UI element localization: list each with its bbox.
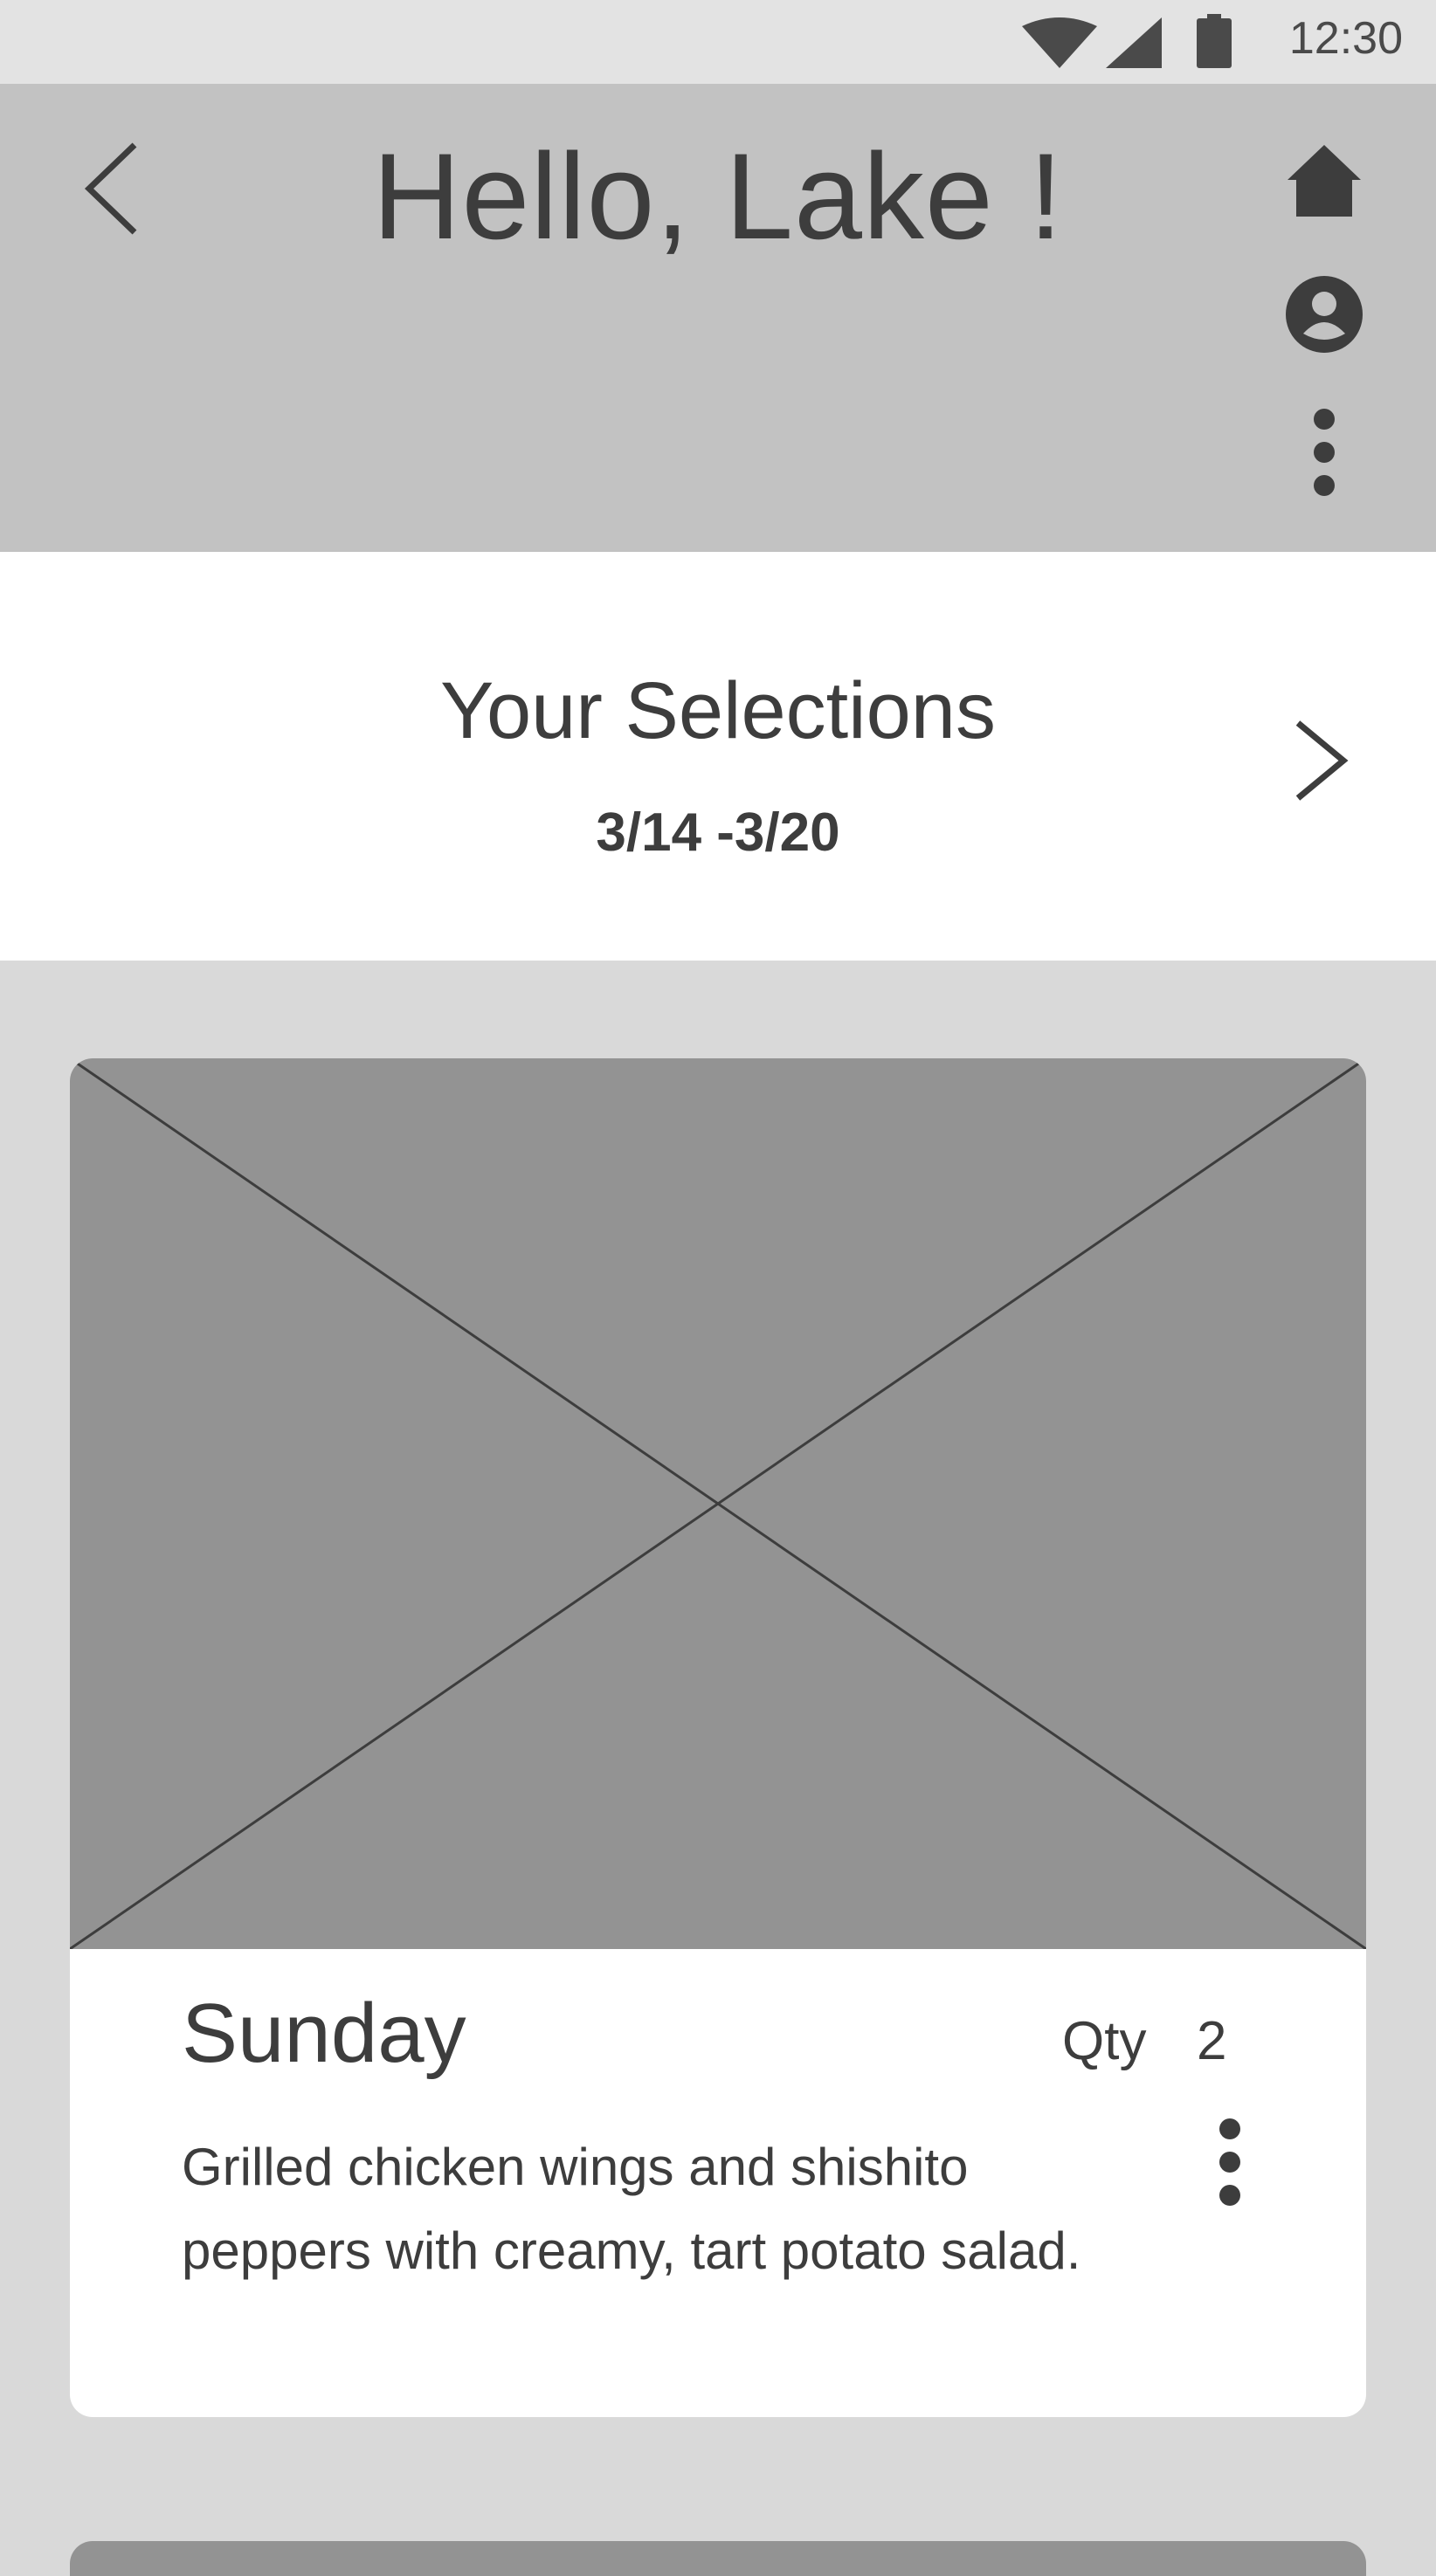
meal-card[interactable]: Sunday Qty 2 Grilled chicken wings and s… [70, 1058, 1366, 2417]
more-vertical-icon [1219, 2118, 1240, 2206]
signal-icon [1106, 17, 1162, 72]
overflow-menu-button[interactable] [1307, 407, 1342, 498]
meal-more-button[interactable] [1211, 2115, 1249, 2211]
app-bar: Hello, Lake ! [0, 84, 1436, 552]
battery-icon [1195, 14, 1233, 72]
page-title: Hello, Lake ! [372, 127, 1064, 265]
status-time: 12:30 [1288, 13, 1403, 64]
account-circle-icon [1286, 276, 1363, 353]
more-vertical-icon [1314, 409, 1335, 496]
wifi-icon [1022, 17, 1097, 72]
selections-header[interactable]: Your Selections 3/14 -3/20 [0, 552, 1436, 961]
meal-description: Grilled chicken wings and shishito peppe… [182, 2138, 1081, 2280]
home-icon [1288, 145, 1361, 217]
account-button[interactable] [1286, 276, 1363, 353]
image-placeholder [70, 1058, 1366, 1949]
selections-next-button[interactable] [1284, 713, 1354, 809]
next-meal-card[interactable] [70, 2541, 1366, 2576]
home-button[interactable] [1288, 145, 1361, 218]
selections-date-range: 3/14 -3/20 [596, 802, 840, 863]
status-bar: 12:30 [0, 0, 1436, 84]
qty-value: 2 [1197, 2011, 1227, 2071]
qty-label: Qty [1062, 2011, 1147, 2071]
meal-day: Sunday [182, 1987, 466, 2080]
selections-title: Your Selections [440, 666, 996, 755]
chevron-right-icon [1295, 720, 1349, 801]
